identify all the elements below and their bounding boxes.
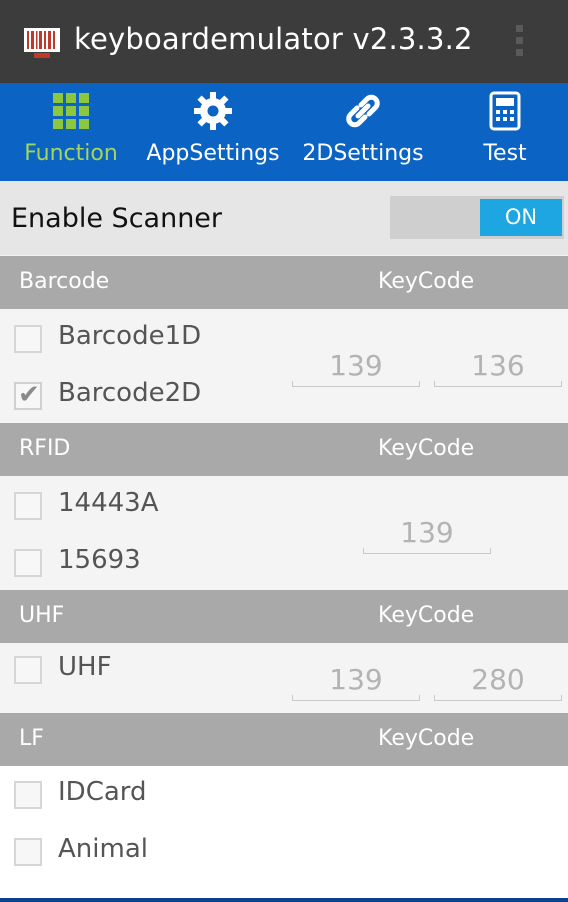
- rfid-keycode-field[interactable]: 139: [363, 516, 491, 554]
- checkbox-label: Barcode1D: [58, 321, 202, 351]
- action-bar: keyboardemulator v2.3.3.2: [0, 0, 568, 83]
- barcode-keycode-field-2[interactable]: 136: [434, 349, 562, 387]
- barcode-keycode-field-1[interactable]: 139: [292, 349, 420, 387]
- section-title: RFID: [19, 436, 71, 461]
- grid-icon: [53, 93, 89, 129]
- tab-label: AppSettings: [146, 141, 280, 166]
- enable-scanner-toggle[interactable]: ON: [390, 196, 564, 239]
- checkbox[interactable]: [14, 492, 42, 520]
- barcode-app-icon: [24, 28, 60, 58]
- tab-2dsettings[interactable]: 2DSettings: [284, 83, 442, 181]
- section-title: Barcode: [19, 269, 110, 294]
- enable-scanner-label: Enable Scanner: [11, 203, 223, 234]
- keycode-value: 139: [400, 516, 454, 549]
- tab-test[interactable]: Test: [442, 83, 568, 181]
- app-title: keyboardemulator v2.3.3.2: [74, 22, 473, 56]
- tab-label: 2DSettings: [302, 141, 424, 166]
- link-icon: [346, 94, 380, 128]
- rfid-section: 14443A 15693 139: [0, 476, 568, 589]
- bottom-edge: [0, 898, 568, 902]
- keycode-header: KeyCode: [378, 269, 475, 294]
- checkbox[interactable]: [14, 549, 42, 577]
- gear-icon: [194, 92, 232, 130]
- uhf-section: UHF 139 280: [0, 643, 568, 713]
- tab-bar: Function AppSettings 2DSettings Test: [0, 83, 568, 181]
- app-screen: keyboardemulator v2.3.3.2 Function AppSe…: [0, 0, 568, 902]
- toggle-on-label: ON: [480, 199, 562, 236]
- checkbox-label: IDCard: [58, 777, 147, 807]
- keycode-header: KeyCode: [378, 436, 475, 461]
- uhf-section-header: UHF KeyCode: [0, 590, 568, 643]
- keycode-value: 139: [329, 663, 383, 696]
- tab-label: Test: [483, 141, 527, 166]
- lf-section-header: LF KeyCode: [0, 713, 568, 766]
- tab-appsettings[interactable]: AppSettings: [142, 83, 284, 181]
- uhf-keycode-field-2[interactable]: 280: [434, 663, 562, 701]
- checkbox-label: Barcode2D: [58, 378, 202, 408]
- checkbox-checked[interactable]: ✔: [14, 380, 42, 410]
- keycode-value: 280: [471, 663, 525, 696]
- calculator-icon: [489, 91, 521, 131]
- section-title: LF: [19, 726, 44, 751]
- barcode-section-header: Barcode KeyCode: [0, 256, 568, 309]
- checkbox[interactable]: [14, 781, 42, 809]
- tab-function[interactable]: Function: [0, 83, 142, 181]
- keycode-value: 139: [329, 349, 383, 382]
- rfid-section-header: RFID KeyCode: [0, 423, 568, 476]
- checkbox-label: 15693: [58, 545, 141, 575]
- barcode-section: Barcode1D ✔ Barcode2D 139 136: [0, 309, 568, 422]
- tab-label: Function: [24, 141, 118, 166]
- section-title: UHF: [19, 603, 65, 628]
- keycode-header: KeyCode: [378, 726, 475, 751]
- checkbox[interactable]: [14, 325, 42, 353]
- checkbox[interactable]: [14, 838, 42, 866]
- checkbox-label: 14443A: [58, 488, 159, 518]
- checkbox-label: UHF: [58, 652, 112, 682]
- overflow-menu-icon[interactable]: [506, 20, 532, 64]
- checkmark-icon: ✔: [18, 380, 40, 410]
- checkbox-label: Animal: [58, 834, 148, 864]
- keycode-header: KeyCode: [378, 603, 475, 628]
- lf-section: IDCard Animal: [0, 766, 568, 902]
- checkbox[interactable]: [14, 656, 42, 684]
- keycode-value: 136: [471, 349, 525, 382]
- uhf-keycode-field-1[interactable]: 139: [292, 663, 420, 701]
